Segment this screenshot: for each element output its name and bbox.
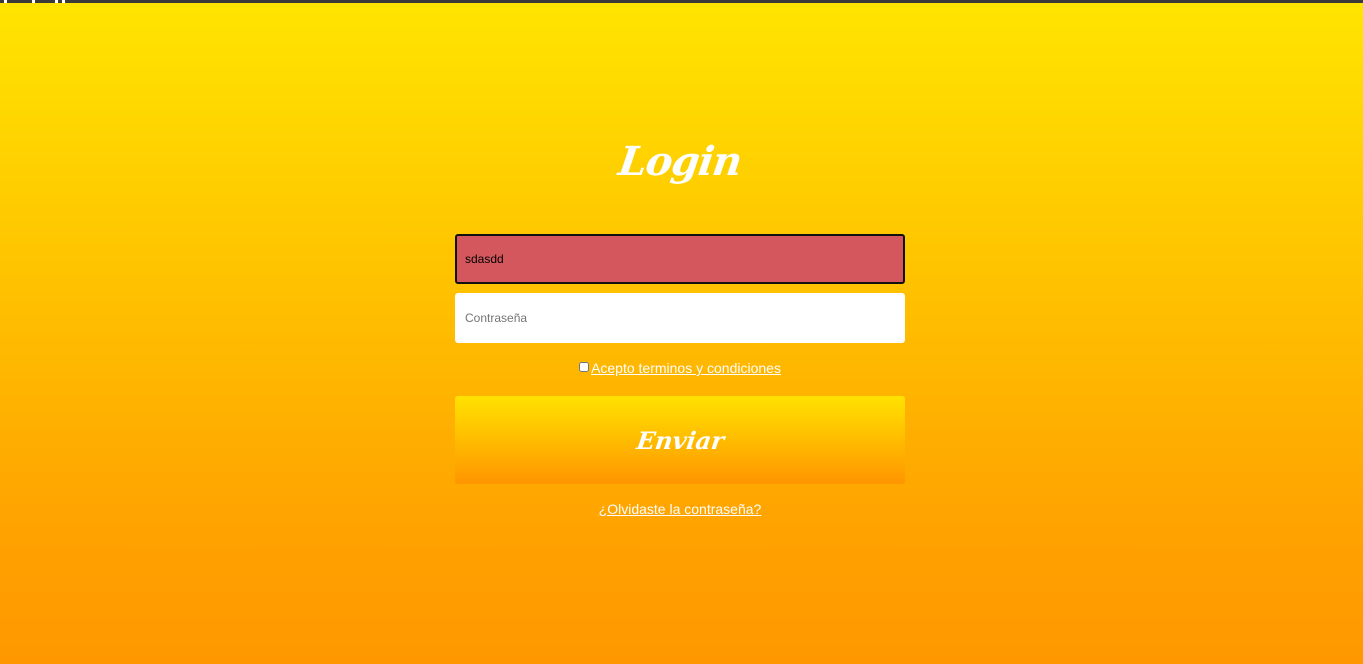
- password-input[interactable]: [455, 293, 905, 343]
- forgot-password-row: ¿Olvidaste la contraseña?: [455, 501, 905, 517]
- terms-link[interactable]: Acepto terminos y condiciones: [591, 360, 781, 376]
- top-bar-dot: [62, 0, 65, 3]
- terms-row: Acepto terminos y condiciones: [455, 360, 905, 376]
- top-bar-dot: [55, 0, 58, 3]
- browser-top-bar: [0, 0, 1363, 3]
- forgot-password-link[interactable]: ¿Olvidaste la contraseña?: [599, 501, 762, 517]
- username-input[interactable]: [455, 234, 905, 284]
- top-bar-marks: [0, 0, 70, 3]
- submit-button-label: Enviar: [634, 425, 726, 455]
- top-bar-dot: [32, 0, 35, 3]
- submit-button[interactable]: Enviar: [455, 396, 905, 484]
- top-bar-dot: [4, 0, 7, 3]
- page-title: Login: [615, 138, 745, 185]
- terms-checkbox[interactable]: [579, 362, 590, 372]
